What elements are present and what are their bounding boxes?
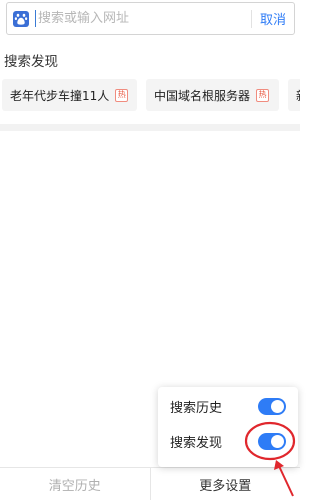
toggle-knob [271,399,284,413]
discover-chip-label: 老年代步车撞11人 [10,88,110,103]
discover-section-title: 搜索发现 [4,54,58,70]
search-history-toggle[interactable] [258,397,286,415]
search-discover-label: 搜索发现 [170,435,223,451]
discover-chip[interactable]: 中国域名根服务器 热 [146,79,279,111]
popup-row-search-history: 搜索历史 [158,390,298,422]
section-separator [0,124,300,131]
more-settings-button[interactable]: 更多设置 [151,468,301,500]
clear-history-button[interactable]: 清空历史 [0,468,151,500]
discover-chip-label: 新 [296,87,300,104]
discover-chip[interactable]: 新 [288,79,300,111]
discover-chip-label: 中国域名根服务器 [154,88,251,103]
popup-row-search-discover: 搜索发现 [158,425,298,457]
discover-chip[interactable]: 老年代步车撞11人 热 [2,79,137,111]
toggle-knob [271,434,284,448]
discover-chip-list: 老年代步车撞11人 热 中国域名根服务器 热 新 [0,79,300,111]
settings-popup: 搜索历史 搜索发现 [158,387,298,467]
baidu-paw-icon[interactable] [10,8,32,30]
search-history-label: 搜索历史 [170,400,223,416]
hot-badge: 热 [256,88,270,102]
search-input[interactable] [36,4,251,33]
cancel-button[interactable]: 取消 [252,9,294,28]
search-discover-toggle[interactable] [258,432,286,450]
hot-badge: 热 [115,88,129,102]
search-bar: 取消 [6,2,295,35]
bottom-bar: 清空历史 更多设置 [0,467,300,500]
